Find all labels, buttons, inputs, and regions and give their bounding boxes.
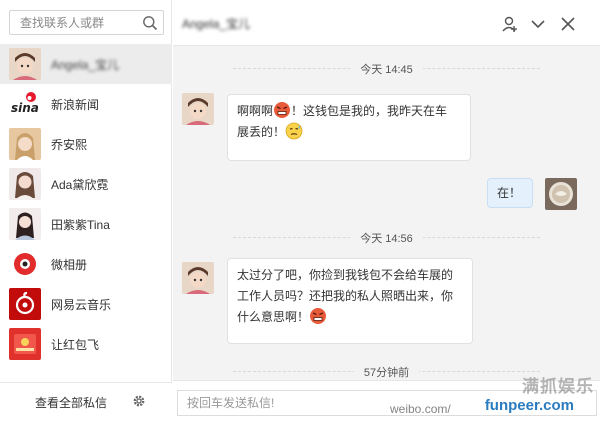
search-icon[interactable] [142,15,158,31]
contact-item-weixiangce[interactable]: 微相册 [0,244,172,284]
contact-item-qiaoanxi[interactable]: 乔安熙 [0,124,172,164]
message-text: 展丢的！ [237,125,286,139]
timestamp-separator: 今天 14:45 [173,61,600,77]
timestamp-separator: 今天 14:56 [173,230,600,246]
svg-text:sina: sina [11,101,39,115]
sidebar: Angela_宝儿 sina 新浪新闻 乔安熙 Ada黛欣霓 田紫紫Tina [0,0,172,423]
contact-name: 微相册 [51,257,88,272]
chat-header: Angela_宝儿 [173,0,600,46]
chevron-down-icon[interactable] [529,15,547,33]
message-bubble: 太过分了吧，你捡到我钱包不会给车展的 工作人员吗？还把我的私人照晒出来，你 什么… [227,258,473,344]
message-line: 什么意思啊！ [237,307,463,328]
contact-item-sina-news[interactable]: sina 新浪新闻 [0,84,172,124]
avatar-mine[interactable] [545,178,577,210]
compose-bar [173,380,600,423]
contact-item-angela[interactable]: Angela_宝儿 [0,44,172,84]
contact-name: 让红包飞 [51,337,100,352]
message-text: 在！ [497,186,522,200]
search-box[interactable] [9,10,164,35]
message-text: ！这钱包是我的，我昨天在车 [291,104,448,118]
message-input[interactable] [177,390,597,416]
angry-emoji-icon [274,102,291,118]
contact-item-red-packet[interactable]: 让红包飞 [0,324,172,364]
message-text: 太过分了吧，你捡到我钱包不会给车展的 [237,268,454,282]
search-input[interactable] [10,11,140,34]
timestamp-separator: 57分钟前 [173,364,600,380]
red-packet-icon [9,328,41,360]
contact-list: Angela_宝儿 sina 新浪新闻 乔安熙 Ada黛欣霓 田紫紫Tina 微… [0,44,172,364]
contact-name: Ada黛欣霓 [51,177,109,192]
message-text: 工作人员吗？还把我的私人照晒出来，你 [237,289,454,303]
timestamp: 57分钟前 [353,367,420,379]
message-text: 啊啊啊 [237,104,274,118]
message-bubble: 啊啊啊 ！这钱包是我的，我昨天在车 展丢的！ [227,94,471,161]
contact-name: 乔安熙 [51,137,88,152]
timestamp: 今天 14:45 [350,64,423,76]
message-text: 什么意思啊！ [237,310,310,324]
chat-title: Angela_宝儿 [182,17,251,31]
sidebar-footer: 查看全部私信 [0,382,172,423]
netease-music-logo-icon [9,288,41,320]
chat-panel: Angela_宝儿 今天 14:45 啊啊啊 ！这钱包是我的，我昨天在车 展丢的！… [173,0,600,423]
contact-item-tina[interactable]: 田紫紫Tina [0,204,172,244]
timestamp: 今天 14:56 [350,233,423,245]
avatar [9,208,41,240]
contact-name: 田紫紫Tina [51,217,110,232]
avatar [9,128,41,160]
add-user-icon[interactable] [501,15,519,33]
avatar [9,48,41,80]
contact-name: 新浪新闻 [51,97,100,112]
message-bubble-mine: 在！ [487,178,533,208]
contact-item-ada[interactable]: Ada黛欣霓 [0,164,172,204]
sweat-emoji-icon [285,122,303,140]
album-icon [9,248,41,280]
gear-icon[interactable] [132,394,146,408]
contact-name: 网易云音乐 [51,297,112,312]
message-line: 展丢的！ [237,122,461,143]
sina-logo-icon: sina [9,88,41,120]
avatar[interactable] [182,262,214,294]
message-line: 啊啊啊 ！这钱包是我的，我昨天在车 [237,101,461,122]
contact-item-netease-music[interactable]: 网易云音乐 [0,284,172,324]
close-icon[interactable] [559,15,577,33]
avatar [9,168,41,200]
view-all-messages-link[interactable]: 查看全部私信 [35,394,107,411]
contact-name: Angela_宝儿 [51,57,120,72]
avatar[interactable] [182,93,214,125]
angry-emoji-icon [310,308,327,324]
